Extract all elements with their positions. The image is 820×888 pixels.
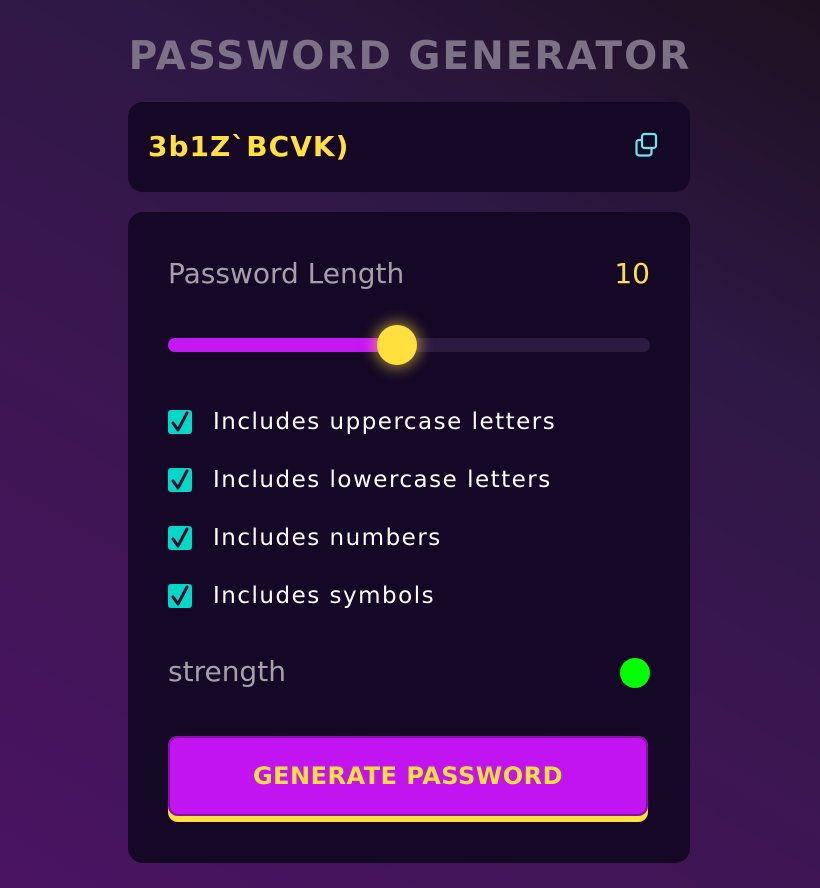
option-symbols[interactable]: Includes symbols <box>168 581 435 611</box>
generate-button-label: GENERATE PASSWORD <box>252 762 564 790</box>
length-slider-fill <box>168 338 397 352</box>
generate-button-face[interactable]: GENERATE PASSWORD <box>168 736 648 816</box>
page-title: PASSWORD GENERATOR <box>128 34 692 79</box>
symbols-label: Includes symbols <box>213 583 436 609</box>
uppercase-checkbox[interactable] <box>168 410 192 434</box>
length-label: Password Length <box>168 257 405 290</box>
length-value: 10 <box>614 257 650 290</box>
numbers-checkbox[interactable] <box>168 526 192 550</box>
password-text: 3b1Z`BCVK) <box>148 130 350 163</box>
lowercase-checkbox[interactable] <box>168 468 192 492</box>
numbers-label: Includes numbers <box>213 525 442 551</box>
symbols-checkbox[interactable] <box>168 584 192 608</box>
password-display: 3b1Z`BCVK) <box>128 102 690 192</box>
option-uppercase[interactable]: Includes uppercase letters <box>168 407 556 437</box>
uppercase-label: Includes uppercase letters <box>213 409 557 435</box>
strength-label: strength <box>168 655 286 688</box>
length-slider-thumb[interactable] <box>376 325 417 365</box>
copy-icon[interactable] <box>634 132 660 158</box>
settings-panel: Password Length 10 Includes uppercase le… <box>128 212 690 863</box>
lowercase-label: Includes lowercase letters <box>213 467 552 493</box>
option-lowercase[interactable]: Includes lowercase letters <box>168 465 552 495</box>
strength-indicator <box>620 658 650 688</box>
length-slider[interactable] <box>168 325 650 365</box>
option-numbers[interactable]: Includes numbers <box>168 523 442 553</box>
generate-button[interactable]: GENERATE PASSWORD <box>168 736 648 822</box>
